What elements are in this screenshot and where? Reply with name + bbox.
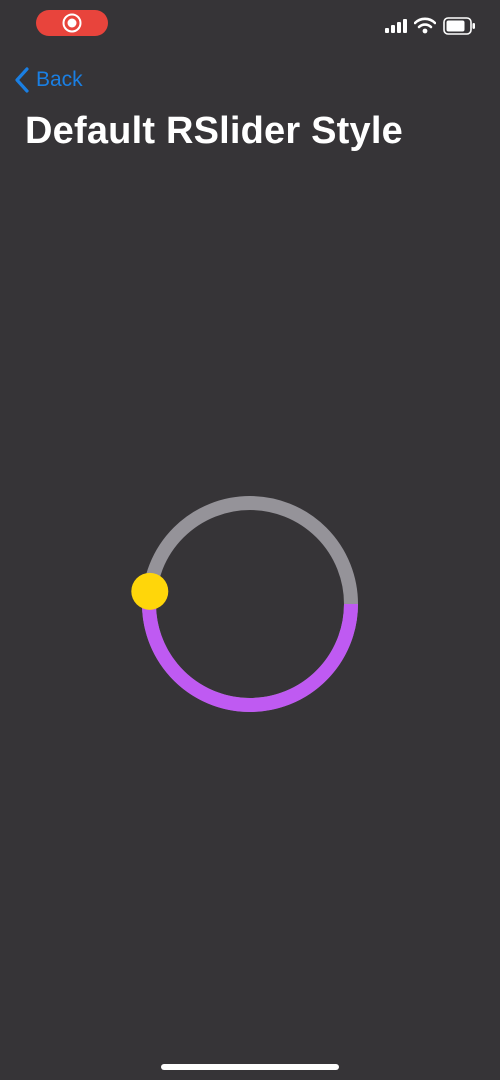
slider-progress-arc (142, 590, 358, 712)
back-button[interactable]: Back (14, 66, 83, 94)
screen: Back Default RSlider Style (0, 0, 500, 1080)
home-indicator[interactable] (161, 1064, 339, 1070)
slider-thumb[interactable] (131, 572, 169, 610)
back-label: Back (36, 68, 83, 91)
cellular-signal-icon (385, 19, 407, 33)
chevron-left-icon (15, 67, 29, 93)
screen-recording-indicator[interactable] (36, 10, 108, 36)
wifi-icon (414, 17, 436, 34)
page-title: Default RSlider Style (25, 110, 403, 152)
record-icon (62, 13, 82, 33)
battery-icon (443, 17, 475, 35)
circular-slider[interactable] (130, 484, 370, 724)
status-bar (0, 0, 500, 48)
